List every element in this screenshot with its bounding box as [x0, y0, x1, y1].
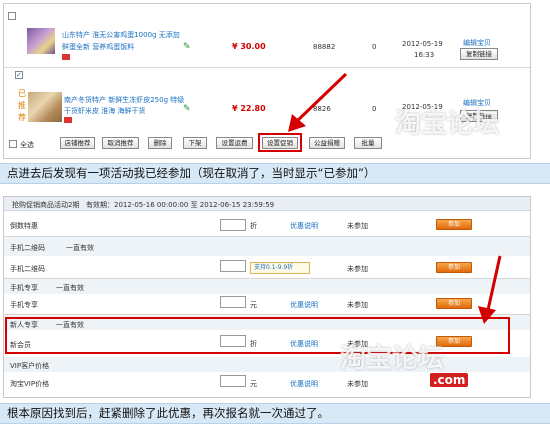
edit-item-link[interactable]: 编辑宝贝: [463, 38, 491, 48]
status-label: 未参加: [347, 301, 368, 309]
item-label: 倒数特惠: [10, 222, 38, 230]
watermark-suffix: .com: [430, 373, 469, 387]
item-label: 手机二维码: [10, 265, 45, 273]
item-label: 淘宝VIP价格: [10, 380, 50, 388]
copy-link-button[interactable]: 复制链接: [460, 48, 498, 60]
row-divider: [4, 67, 530, 68]
item-label: 手机专享: [10, 301, 38, 309]
sold-count: 0: [372, 43, 377, 51]
select-all-checkbox[interactable]: [9, 140, 17, 148]
activity-period: 有效期：2012-05-16 00:00:00 至 2012-06-15 23:…: [86, 201, 275, 209]
cancel-recommend-button[interactable]: 取消推荐: [102, 137, 139, 149]
price-text: ¥ 30.00: [232, 42, 266, 51]
product-title-line1[interactable]: 山东特产 淮无公害鸡蛋1000g 无添加: [62, 30, 180, 40]
row1-top-checkbox[interactable]: [8, 12, 16, 20]
activity-title: 抢购促销商品活动2期: [12, 201, 80, 209]
product-thumbnail[interactable]: [28, 92, 62, 122]
status-label: 未参加: [347, 380, 368, 388]
promo-tag-icon: [62, 54, 70, 60]
created-date: 2012-05-19: [402, 40, 443, 48]
caption-text: 根本原因找到后，赶紧删除了此优惠，再次报名就一次通过了。: [0, 403, 550, 424]
section-row: [4, 357, 530, 372]
edit-pencil-icon[interactable]: ✎: [183, 42, 191, 52]
promo-details-link[interactable]: 优惠说明: [290, 379, 318, 389]
red-arrow-icon: [288, 72, 348, 132]
price-input[interactable]: [220, 375, 246, 387]
unit-label: 元: [250, 301, 257, 309]
select-all-label: 全选: [20, 141, 34, 149]
sold-count: 0: [372, 105, 377, 113]
unit-label: 元: [250, 380, 257, 388]
recommended-badge: 已 推 荐: [18, 89, 26, 122]
section-note: 一直有效: [56, 284, 84, 292]
set-promotion-button[interactable]: 设置促销: [262, 137, 298, 149]
section-label: 手机专享: [10, 284, 38, 292]
checkmark-icon: ✓: [16, 71, 22, 79]
set-shipping-button[interactable]: 设置运费: [216, 137, 253, 149]
recommend-button[interactable]: 店铺推荐: [60, 137, 95, 149]
promo-details-link[interactable]: 优惠说明: [290, 300, 318, 310]
section-label: VIP客户价格: [10, 362, 50, 370]
discount-input[interactable]: [220, 260, 246, 272]
product-title-line2[interactable]: 鲜蛋全新 营养鸡蛋饭料: [62, 42, 134, 52]
join-button[interactable]: 参加: [436, 262, 472, 273]
watermark-text: 淘宝论坛: [395, 109, 500, 139]
product-title-line1[interactable]: 南产冬货特产 新鲜生冻虾皮250g 特级: [64, 95, 184, 105]
status-label: 未参加: [347, 265, 368, 273]
red-arrow-icon: [478, 255, 502, 324]
discount-input[interactable]: [220, 219, 246, 231]
created-time: 16:33: [414, 51, 435, 59]
batch-button[interactable]: 批量: [354, 137, 382, 149]
product-thumbnail[interactable]: [27, 28, 55, 54]
delete-button[interactable]: 删除: [148, 137, 172, 149]
join-button[interactable]: 参加: [436, 219, 472, 230]
promo-details-link[interactable]: 优惠说明: [290, 221, 318, 231]
watermark-text: 淘宝论坛: [340, 344, 445, 374]
section-note: 一直有效: [66, 244, 94, 252]
price-input[interactable]: [220, 296, 246, 308]
unit-label: 折: [250, 222, 257, 230]
charity-button[interactable]: 公益捐赠: [309, 137, 345, 149]
delist-button[interactable]: 下架: [183, 137, 207, 149]
caption-text: 点进去后发现有一项活动我已经参加（现在取消了，当时显示“已参加”）: [0, 163, 550, 184]
stock-count: 88882: [313, 43, 336, 51]
join-button[interactable]: 参加: [436, 298, 472, 309]
product-title-line2[interactable]: 干货虾米皮 淮海 海鲜干货: [64, 106, 145, 116]
section-label: 手机二维码: [10, 244, 45, 252]
price-text: ¥ 22.80: [232, 104, 266, 113]
promo-tag-icon: [64, 117, 72, 123]
status-label: 未参加: [347, 222, 368, 230]
tooltip-box: 支持0.1-9.9折: [250, 262, 310, 274]
edit-pencil-icon[interactable]: ✎: [183, 104, 191, 114]
